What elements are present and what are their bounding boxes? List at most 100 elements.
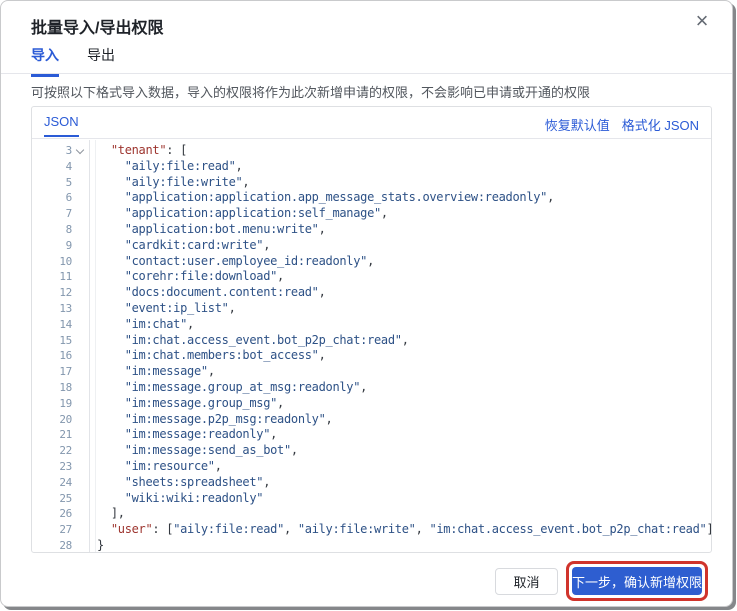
- code-line: 13 "event:ip_list",: [32, 301, 711, 317]
- editor-actions: 恢复默认值 格式化 JSON: [545, 115, 699, 134]
- fold-column: [72, 159, 89, 175]
- fold-column: [72, 475, 89, 491]
- code-text: "application:application:self_manage",: [89, 206, 388, 222]
- fold-column: [72, 285, 89, 301]
- code-text: "wiki:wiki:readonly": [89, 491, 263, 507]
- code-text: "corehr:file:download",: [89, 269, 284, 285]
- code-line: 16 "im:chat.members:bot_access",: [32, 348, 711, 364]
- json-editor-panel: JSON 恢复默认值 格式化 JSON 3 "tenant": [4 "aily…: [31, 106, 712, 553]
- code-text: "aily:file:read",: [89, 159, 242, 175]
- code-line: 19 "im:message.group_msg",: [32, 396, 711, 412]
- tabs-divider: [1, 73, 732, 74]
- line-number: 8: [32, 222, 72, 238]
- fold-column: [72, 348, 89, 364]
- editor-header: JSON 恢复默认值 格式化 JSON: [32, 107, 711, 139]
- code-line: 27 "user": ["aily:file:read", "aily:file…: [32, 522, 711, 538]
- code-text: "user": ["aily:file:read", "aily:file:wr…: [89, 522, 711, 538]
- code-text: "sheets:spreadsheet",: [89, 475, 270, 491]
- line-number: 12: [32, 285, 72, 301]
- cancel-button[interactable]: 取消: [495, 568, 558, 595]
- line-number: 19: [32, 396, 72, 412]
- fold-column: [72, 522, 89, 538]
- line-number: 10: [32, 254, 72, 270]
- fold-column: [72, 380, 89, 396]
- fold-column: [72, 412, 89, 428]
- restore-defaults-link[interactable]: 恢复默认值: [545, 115, 610, 134]
- format-json-link[interactable]: 格式化 JSON: [622, 115, 699, 134]
- code-text: "im:message:send_as_bot",: [89, 443, 298, 459]
- line-number: 17: [32, 364, 72, 380]
- fold-column: [72, 190, 89, 206]
- fold-column: [72, 396, 89, 412]
- modal-title: 批量导入/导出权限: [31, 14, 163, 38]
- code-text: "contact:user.employee_id:readonly",: [89, 254, 374, 270]
- fold-column: [72, 427, 89, 443]
- code-line: 5 "aily:file:write",: [32, 175, 711, 191]
- fold-column: [72, 506, 89, 522]
- code-line: 8 "application:bot.menu:write",: [32, 222, 711, 238]
- code-editor[interactable]: 3 "tenant": [4 "aily:file:read",5 "aily:…: [32, 140, 711, 552]
- code-line: 21 "im:message:readonly",: [32, 427, 711, 443]
- line-number: 3: [32, 143, 72, 159]
- line-number: 7: [32, 206, 72, 222]
- code-line: 3 "tenant": [: [32, 143, 711, 159]
- code-line: 7 "application:application:self_manage",: [32, 206, 711, 222]
- code-text: }: [89, 538, 104, 552]
- line-number: 11: [32, 269, 72, 285]
- close-icon: ×: [696, 10, 709, 32]
- code-text: "event:ip_list",: [89, 301, 236, 317]
- code-line: 9 "cardkit:card:write",: [32, 238, 711, 254]
- code-line: 6 "application:application.app_message_s…: [32, 190, 711, 206]
- line-number: 22: [32, 443, 72, 459]
- code-line: 15 "im:chat.access_event.bot_p2p_chat:re…: [32, 333, 711, 349]
- code-text: "im:chat",: [89, 317, 194, 333]
- fold-column: [72, 459, 89, 475]
- fold-column[interactable]: [72, 143, 89, 159]
- fold-column: [72, 491, 89, 507]
- chevron-down-icon: [76, 146, 84, 154]
- code-line: 26 ],: [32, 506, 711, 522]
- line-number: 14: [32, 317, 72, 333]
- code-text: "im:message.group_msg",: [89, 396, 284, 412]
- gutter-divider: [89, 140, 90, 552]
- code-line: 12 "docs:document.content:read",: [32, 285, 711, 301]
- fold-column: [72, 206, 89, 222]
- import-description: 可按照以下格式导入数据，导入的权限将作为此次新增申请的权限，不会影响已申请或开通…: [31, 82, 704, 101]
- confirm-next-button[interactable]: 下一步，确认新增权限: [572, 567, 702, 595]
- code-line: 10 "contact:user.employee_id:readonly",: [32, 254, 711, 270]
- code-text: "application:bot.menu:write",: [89, 222, 326, 238]
- code-line: 11 "corehr:file:download",: [32, 269, 711, 285]
- code-line: 14 "im:chat",: [32, 317, 711, 333]
- close-button[interactable]: ×: [688, 7, 716, 35]
- line-number: 15: [32, 333, 72, 349]
- code-text: "im:chat.access_event.bot_p2p_chat:read"…: [89, 333, 409, 349]
- line-number: 23: [32, 459, 72, 475]
- fold-column: [72, 254, 89, 270]
- code-text: "aily:file:write",: [89, 175, 249, 191]
- code-lines: 3 "tenant": [4 "aily:file:read",5 "aily:…: [32, 143, 711, 552]
- code-text: "tenant": [: [89, 143, 187, 159]
- line-number: 27: [32, 522, 72, 538]
- fold-column: [72, 443, 89, 459]
- line-number: 9: [32, 238, 72, 254]
- code-line: 23 "im:resource",: [32, 459, 711, 475]
- code-line: 24 "sheets:spreadsheet",: [32, 475, 711, 491]
- code-text: "im:chat.members:bot_access",: [89, 348, 326, 364]
- line-number: 26: [32, 506, 72, 522]
- code-text: "im:resource",: [89, 459, 222, 475]
- line-number: 21: [32, 427, 72, 443]
- fold-column: [72, 364, 89, 380]
- line-number: 20: [32, 412, 72, 428]
- code-text: "application:application.app_message_sta…: [89, 190, 554, 206]
- format-tab-json[interactable]: JSON: [44, 114, 79, 137]
- batch-permission-modal: 批量导入/导出权限 × 导入 导出 可按照以下格式导入数据，导入的权限将作为此次…: [0, 0, 733, 607]
- fold-column: [72, 301, 89, 317]
- code-line: 4 "aily:file:read",: [32, 159, 711, 175]
- fold-column: [72, 238, 89, 254]
- line-number: 16: [32, 348, 72, 364]
- line-number: 25: [32, 491, 72, 507]
- line-number: 24: [32, 475, 72, 491]
- fold-column: [72, 269, 89, 285]
- code-text: "cardkit:card:write",: [89, 238, 270, 254]
- fold-column: [72, 538, 89, 552]
